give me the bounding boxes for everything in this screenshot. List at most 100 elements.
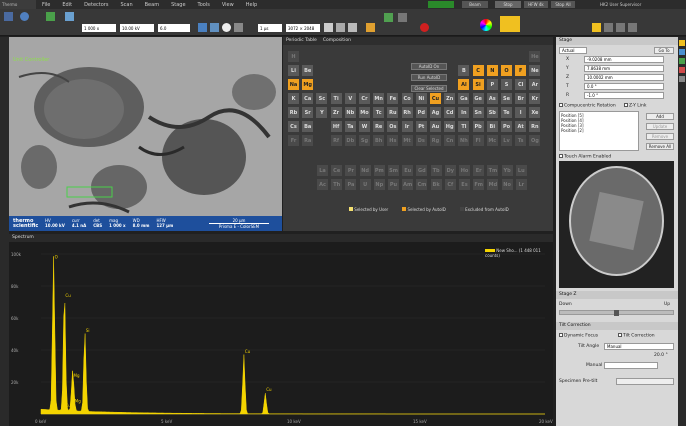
element-ba[interactable]: Ba bbox=[302, 121, 314, 132]
element-ge[interactable]: Ge bbox=[472, 93, 484, 104]
resolution-select[interactable]: 3072 × 2048 bbox=[286, 24, 320, 32]
element-cf[interactable]: Cf bbox=[444, 179, 456, 190]
element-pt[interactable]: Pt bbox=[415, 121, 427, 132]
detector-tool-icon[interactable] bbox=[679, 58, 685, 64]
element-hf[interactable]: Hf bbox=[330, 121, 342, 132]
element-se[interactable]: Se bbox=[501, 93, 512, 104]
specimen-pretilt-field[interactable] bbox=[616, 378, 674, 385]
element-nh[interactable]: Nh bbox=[458, 135, 470, 146]
element-bk[interactable]: Bk bbox=[430, 179, 442, 190]
quad-4-icon[interactable] bbox=[628, 23, 637, 32]
tab-composition[interactable]: Composition bbox=[320, 37, 354, 45]
camera-icon[interactable] bbox=[336, 23, 345, 32]
element-f[interactable]: F bbox=[515, 65, 527, 76]
remove-position-button[interactable]: Remove bbox=[646, 133, 674, 140]
element-al[interactable]: Al bbox=[458, 79, 470, 90]
menu-edit[interactable]: Edit bbox=[56, 2, 78, 8]
element-tc[interactable]: Tc bbox=[373, 107, 385, 118]
chart-icon[interactable] bbox=[366, 23, 375, 32]
crosshair-icon[interactable] bbox=[384, 13, 393, 22]
element-lu[interactable]: Lu bbox=[515, 165, 527, 176]
auto-contrast-icon[interactable] bbox=[222, 23, 231, 32]
stigmator-icon[interactable] bbox=[234, 23, 243, 32]
positions-list[interactable]: Position [5] Position [4] Position [3] P… bbox=[559, 111, 639, 151]
element-fr[interactable]: Fr bbox=[288, 135, 299, 146]
element-mo[interactable]: Mo bbox=[359, 107, 370, 118]
element-lv[interactable]: Lv bbox=[501, 135, 512, 146]
element-ar[interactable]: Ar bbox=[529, 79, 541, 90]
autoid-on-button[interactable]: AutoID On bbox=[411, 63, 447, 70]
update-position-button[interactable]: Update bbox=[646, 123, 674, 130]
element-zr[interactable]: Zr bbox=[330, 107, 342, 118]
element-p[interactable]: P bbox=[486, 79, 498, 90]
stage-mode-select[interactable]: Actual bbox=[559, 47, 587, 54]
element-ac[interactable]: Ac bbox=[317, 179, 328, 190]
element-n[interactable]: N bbox=[486, 65, 498, 76]
element-fl[interactable]: Fl bbox=[472, 135, 484, 146]
element-c[interactable]: C bbox=[472, 65, 484, 76]
element-mc[interactable]: Mc bbox=[486, 135, 498, 146]
element-os[interactable]: Os bbox=[387, 121, 399, 132]
sem-image-view[interactable]: Unit Controller bbox=[9, 37, 282, 231]
element-mg[interactable]: Mg bbox=[302, 79, 314, 90]
element-ho[interactable]: Ho bbox=[459, 165, 470, 176]
element-th[interactable]: Th bbox=[331, 179, 343, 190]
element-cs[interactable]: Cs bbox=[288, 121, 299, 132]
element-be[interactable]: Be bbox=[302, 65, 314, 76]
stage-x-field[interactable]: -9.0208 mm bbox=[584, 56, 664, 63]
element-yb[interactable]: Yb bbox=[501, 165, 513, 176]
detector-icon[interactable] bbox=[65, 12, 74, 21]
element-er[interactable]: Er bbox=[473, 165, 485, 176]
element-sg[interactable]: Sg bbox=[359, 135, 370, 146]
stage-y-field[interactable]: 7.8638 mm bbox=[584, 65, 664, 72]
beam-icon[interactable] bbox=[679, 49, 685, 55]
element-ru[interactable]: Ru bbox=[387, 107, 399, 118]
element-ra[interactable]: Ra bbox=[302, 135, 314, 146]
comment-icon[interactable] bbox=[398, 13, 407, 22]
element-ta[interactable]: Ta bbox=[344, 121, 356, 132]
element-ti[interactable]: Ti bbox=[330, 93, 342, 104]
menu-help[interactable]: Help bbox=[240, 2, 263, 8]
hfw-button[interactable]: HFW 4k bbox=[524, 1, 548, 8]
menu-view[interactable]: View bbox=[216, 2, 240, 8]
element-rf[interactable]: Rf bbox=[330, 135, 342, 146]
brightness-icon[interactable] bbox=[210, 23, 219, 32]
element-cu[interactable]: Cu bbox=[430, 93, 441, 104]
element-sm[interactable]: Sm bbox=[388, 165, 399, 176]
beam-button[interactable]: Beam bbox=[462, 1, 488, 8]
element-ca[interactable]: Ca bbox=[302, 93, 314, 104]
stop-button[interactable]: Stop bbox=[495, 1, 521, 8]
element-k[interactable]: K bbox=[288, 93, 299, 104]
menu-detectors[interactable]: Detectors bbox=[78, 2, 114, 8]
element-li[interactable]: Li bbox=[288, 65, 299, 76]
color-wheel-icon[interactable] bbox=[480, 19, 492, 31]
spot-select[interactable]: 6.0 bbox=[158, 24, 190, 32]
chamber-camera-view[interactable] bbox=[559, 161, 674, 288]
manual-field[interactable] bbox=[604, 362, 658, 369]
element-u[interactable]: U bbox=[359, 179, 371, 190]
home-icon[interactable] bbox=[4, 12, 13, 21]
stop-all-button[interactable]: Stop All bbox=[551, 1, 575, 8]
spectrum-plot[interactable]: 100k 80k 60k 40k 20k 0 keV 5 keV 10 keV 15 keV 20… bbox=[9, 242, 553, 426]
element-he[interactable]: He bbox=[529, 51, 541, 62]
element-re[interactable]: Re bbox=[373, 121, 385, 132]
element-ds[interactable]: Ds bbox=[415, 135, 427, 146]
element-br[interactable]: Br bbox=[515, 93, 527, 104]
tab-periodic-table[interactable]: Periodic Table bbox=[283, 37, 320, 45]
element-in[interactable]: In bbox=[458, 107, 470, 118]
element-eu[interactable]: Eu bbox=[402, 165, 414, 176]
menu-stage[interactable]: Stage bbox=[165, 2, 191, 8]
element-sb[interactable]: Sb bbox=[486, 107, 498, 118]
element-lr[interactable]: Lr bbox=[515, 179, 527, 190]
element-ne[interactable]: Ne bbox=[529, 65, 541, 76]
element-nb[interactable]: Nb bbox=[344, 107, 356, 118]
hv-select[interactable]: 10.00 kV bbox=[120, 24, 154, 32]
element-rh[interactable]: Rh bbox=[401, 107, 413, 118]
run-autoid-button[interactable]: Run AutoID bbox=[411, 74, 447, 81]
element-og[interactable]: Og bbox=[529, 135, 541, 146]
element-rg[interactable]: Rg bbox=[430, 135, 441, 146]
element-cl[interactable]: Cl bbox=[515, 79, 527, 90]
element-co[interactable]: Co bbox=[401, 93, 413, 104]
element-rb[interactable]: Rb bbox=[288, 107, 299, 118]
element-bi[interactable]: Bi bbox=[486, 121, 498, 132]
